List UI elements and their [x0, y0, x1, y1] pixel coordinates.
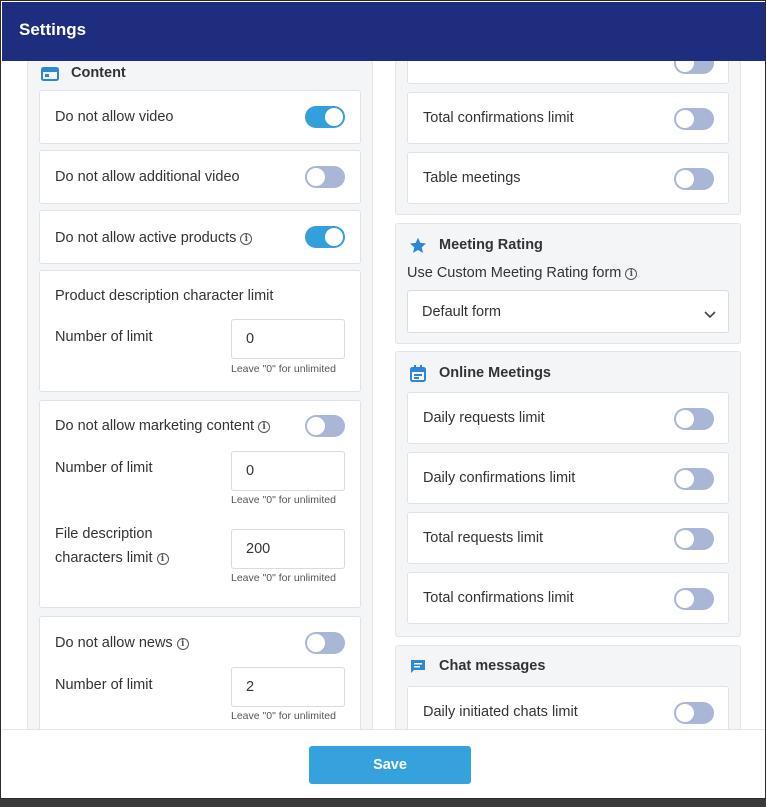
chat-icon [410, 659, 426, 680]
content-section-title: Content [71, 65, 126, 81]
active-products-card: Do not allow active products i [39, 210, 361, 264]
daily-requests-label: Daily requests limit [423, 410, 545, 426]
active-products-toggle[interactable] [305, 226, 345, 248]
meeting-rating-panel: Meeting Rating Use Custom Meeting Rating… [395, 223, 741, 344]
video-card: Do not allow video [39, 90, 361, 144]
content-panel: Content Do not allow video Do not allow … [27, 61, 373, 729]
number-of-limit-label: Number of limit [55, 677, 153, 693]
table-meetings-toggle[interactable] [674, 168, 714, 190]
daily-confirmations-toggle[interactable] [674, 468, 714, 490]
toggle-knob [676, 590, 694, 608]
online-meetings-title: Online Meetings [439, 365, 551, 381]
toggle-knob [676, 61, 694, 72]
daily-requests-toggle[interactable] [674, 408, 714, 430]
toggle-knob [676, 530, 694, 548]
toggle-knob [307, 168, 325, 186]
toggle-knob [676, 170, 694, 188]
dialog-header: Settings [2, 2, 765, 61]
product-description-limit-input[interactable]: 0 [231, 319, 345, 359]
news-toggle[interactable] [305, 632, 345, 654]
unlimited-hint: Leave "0" for unlimited [231, 710, 336, 722]
video-label: Do not allow video [55, 109, 174, 125]
chat-messages-panel: Chat messages Daily initiated chats limi… [395, 645, 741, 729]
dialog-title: Settings [19, 20, 87, 39]
unlimited-hint: Leave "0" for unlimited [231, 363, 336, 375]
chevron-down-icon [704, 306, 716, 324]
rating-form-select[interactable]: Default form [407, 290, 729, 333]
partial-card [407, 61, 729, 84]
info-icon[interactable]: i [176, 638, 189, 650]
settings-scroll-area[interactable]: Content Do not allow video Do not allow … [2, 61, 765, 729]
daily-confirmations-card: Daily confirmations limit [407, 452, 729, 504]
total-requests-card: Total requests limit [407, 512, 729, 564]
marketing-limit-input[interactable]: 0 [231, 451, 345, 491]
product-description-title: Product description character limit [55, 288, 274, 304]
product-description-card: Product description character limit Numb… [39, 270, 361, 392]
daily-chats-toggle[interactable] [674, 702, 714, 724]
file-description-label-line1: File description [55, 526, 153, 542]
marketing-label: Do not allow marketing content i [55, 418, 271, 434]
news-label: Do not allow news i [55, 635, 189, 651]
info-icon[interactable]: i [258, 421, 271, 433]
partial-toggle[interactable] [674, 61, 714, 74]
chat-messages-title: Chat messages [439, 658, 546, 674]
toggle-knob [676, 410, 694, 428]
unlimited-hint: Leave "0" for unlimited [231, 572, 336, 584]
table-meetings-card: Table meetings [407, 152, 729, 204]
marketing-toggle[interactable] [305, 415, 345, 437]
save-button[interactable]: Save [309, 746, 471, 784]
news-text: Do not allow news [55, 635, 173, 651]
additional-video-label: Do not allow additional video [55, 169, 240, 185]
total-confirmations-label: Total confirmations limit [423, 110, 574, 126]
toggle-knob [307, 634, 325, 652]
daily-requests-card: Daily requests limit [407, 392, 729, 444]
table-meetings-panel: Total confirmations limit Table meetings [395, 61, 741, 215]
toggle-knob [676, 704, 694, 722]
total-requests-toggle[interactable] [674, 528, 714, 550]
dialog-footer: Save [2, 729, 765, 798]
file-description-label-line2: characters limit i [55, 550, 169, 566]
settings-dialog: Settings Content Do not allow video Do n… [0, 0, 766, 799]
daily-confirmations-label: Daily confirmations limit [423, 470, 576, 486]
toggle-knob [307, 417, 325, 435]
toggle-knob [325, 228, 343, 246]
number-of-limit-label: Number of limit [55, 460, 153, 476]
file-description-limit-input[interactable]: 200 [231, 529, 345, 569]
meeting-rating-title: Meeting Rating [439, 237, 543, 253]
additional-video-toggle[interactable] [305, 166, 345, 188]
toggle-knob [676, 470, 694, 488]
toggle-knob [325, 108, 343, 126]
table-meetings-label: Table meetings [423, 170, 521, 186]
news-card: Do not allow news i Number of limit 2 Lea… [39, 616, 361, 729]
video-toggle[interactable] [305, 106, 345, 128]
active-products-text: Do not allow active products [55, 230, 237, 246]
info-icon[interactable]: i [625, 268, 638, 280]
additional-video-card: Do not allow additional video [39, 150, 361, 204]
total-requests-label: Total requests limit [423, 530, 544, 546]
custom-rating-text: Use Custom Meeting Rating form [407, 265, 622, 281]
calendar-icon [410, 365, 426, 387]
total-confirmations-card: Total confirmations limit [407, 92, 729, 144]
toggle-knob [676, 110, 694, 128]
daily-chats-card: Daily initiated chats limit [407, 686, 729, 729]
active-products-label: Do not allow active products i [55, 230, 253, 246]
daily-chats-label: Daily initiated chats limit [423, 704, 578, 720]
unlimited-hint: Leave "0" for unlimited [231, 494, 336, 506]
online-meetings-panel: Online Meetings Daily requests limit Dai… [395, 351, 741, 637]
total-confirmations-toggle[interactable] [674, 108, 714, 130]
rating-form-value: Default form [422, 304, 501, 320]
news-limit-input[interactable]: 2 [231, 667, 345, 707]
info-icon[interactable]: i [156, 553, 169, 565]
file-description-text: characters limit [55, 550, 153, 566]
star-icon [409, 237, 427, 259]
content-icon [41, 67, 59, 86]
online-total-confirmations-label: Total confirmations limit [423, 590, 574, 606]
custom-rating-label: Use Custom Meeting Rating form i [407, 265, 638, 281]
number-of-limit-label: Number of limit [55, 329, 153, 345]
info-icon[interactable]: i [240, 233, 253, 245]
marketing-card: Do not allow marketing content i Number o… [39, 400, 361, 608]
marketing-text: Do not allow marketing content [55, 418, 255, 434]
online-total-confirmations-card: Total confirmations limit [407, 572, 729, 624]
online-total-confirmations-toggle[interactable] [674, 588, 714, 610]
